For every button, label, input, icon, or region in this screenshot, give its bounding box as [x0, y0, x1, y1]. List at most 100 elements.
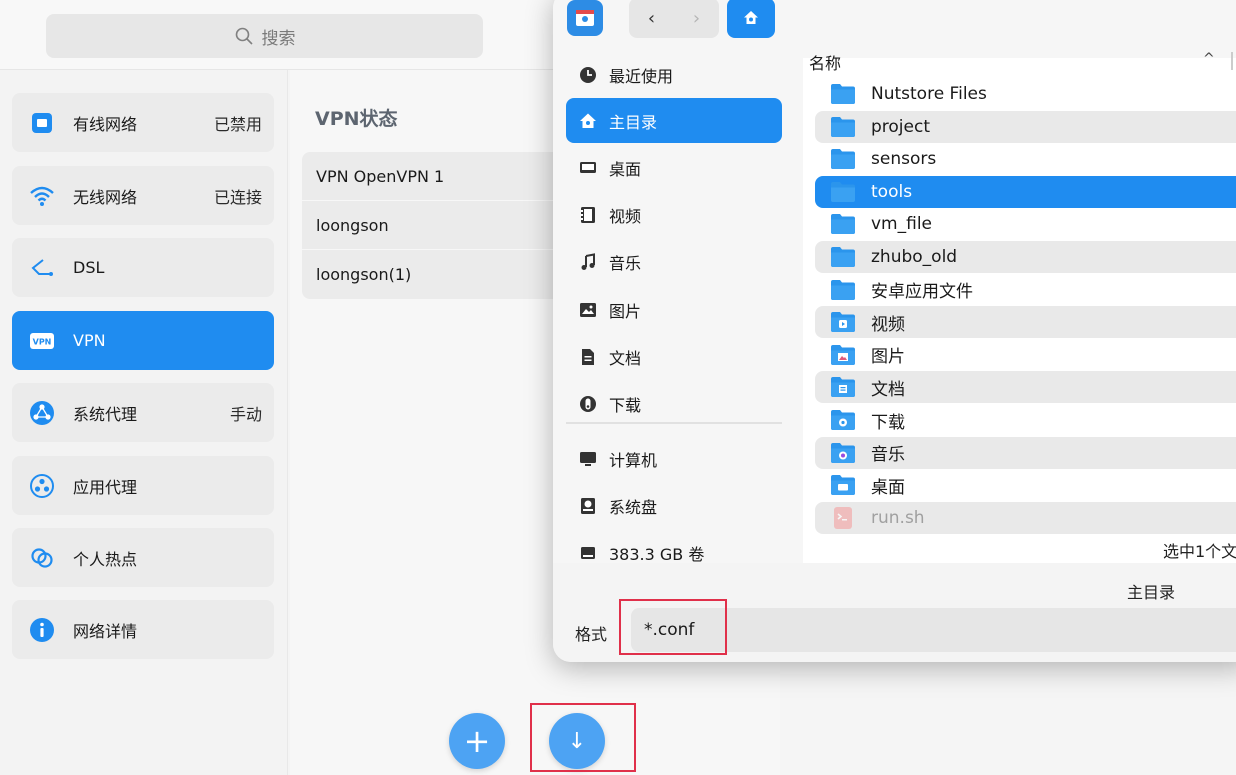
home-icon: [578, 111, 598, 131]
folder-icon: [830, 213, 871, 235]
sidebar-item-music[interactable]: 音乐: [566, 239, 782, 284]
folder-row[interactable]: 桌面: [815, 469, 1236, 501]
folder-row[interactable]: zhubo_old: [815, 241, 1236, 273]
sidebar-label: 最近使用: [609, 66, 674, 86]
column-divider: [1231, 52, 1233, 70]
nav-status: 手动: [229, 404, 262, 424]
nav-item-wireless[interactable]: 无线网络 已连接: [12, 166, 274, 225]
nav-item-vpn[interactable]: VPN VPN: [12, 311, 274, 370]
chevron-right-icon: ›: [692, 7, 701, 29]
sidebar-item-documents[interactable]: 文档: [566, 334, 782, 379]
app-proxy-icon: [28, 472, 56, 500]
file-name: vm_file: [871, 214, 933, 235]
folder-row[interactable]: vm_file: [815, 208, 1236, 240]
sidebar-item-computer[interactable]: 计算机: [566, 436, 782, 481]
vpn-connection-row[interactable]: loongson(1): [302, 250, 562, 299]
sidebar-item-downloads[interactable]: 下载: [566, 381, 782, 426]
sidebar-label: 桌面: [609, 159, 642, 179]
sidebar-divider: [566, 422, 782, 424]
file-name: 桌面: [871, 477, 905, 498]
add-vpn-button[interactable]: +: [449, 713, 505, 769]
nav-item-hotspot[interactable]: 个人热点: [12, 528, 274, 587]
column-header-label: 名称: [809, 54, 842, 73]
search-placeholder: 搜索: [261, 28, 296, 49]
nav-label: 个人热点: [73, 549, 138, 569]
column-header-name[interactable]: 名称 ^: [803, 46, 1236, 78]
nav-label: VPN: [73, 331, 106, 350]
video-folder-icon: [830, 311, 871, 333]
document-folder-icon: [830, 376, 871, 398]
folder-row[interactable]: 安卓应用文件: [815, 274, 1236, 306]
nav-item-wired[interactable]: 有线网络 已禁用: [12, 93, 274, 152]
folder-icon: [830, 246, 871, 268]
folder-row[interactable]: 音乐: [815, 436, 1236, 469]
desktop-icon: [578, 158, 598, 178]
computer-icon: [578, 449, 598, 469]
folder-row[interactable]: tools: [815, 175, 1236, 208]
desktop-folder-icon: [830, 474, 871, 496]
folder-icon: [830, 279, 871, 301]
vpn-status-title: VPN状态: [315, 108, 398, 130]
current-directory-label: 主目录: [1127, 583, 1176, 602]
sidebar-label: 主目录: [609, 112, 658, 132]
sidebar-label: 系统盘: [609, 497, 658, 517]
info-icon: [28, 616, 56, 644]
nav-item-network-details[interactable]: 网络详情: [12, 600, 274, 659]
sidebar-label: 图片: [609, 301, 642, 321]
file-name: 文档: [871, 379, 905, 400]
sidebar-label: 音乐: [609, 253, 642, 273]
file-name: zhubo_old: [871, 247, 958, 267]
sidebar-item-videos[interactable]: 视频: [566, 192, 782, 237]
sidebar-label: 文档: [609, 348, 642, 368]
folder-row[interactable]: 图片: [815, 339, 1236, 371]
proxy-icon: [28, 399, 56, 427]
vpn-connection-row[interactable]: VPN OpenVPN 1: [302, 152, 562, 201]
picture-folder-icon: [830, 344, 871, 366]
nav-label: 应用代理: [73, 477, 138, 497]
sidebar-label: 计算机: [609, 450, 658, 470]
document-icon: [578, 347, 598, 367]
sidebar-item-system-disk[interactable]: 系统盘: [566, 483, 782, 528]
format-label: 格式: [575, 625, 608, 644]
dsl-icon: [28, 254, 56, 282]
vpn-connection-row[interactable]: loongson: [302, 201, 562, 250]
forward-button[interactable]: ›: [674, 0, 719, 38]
folder-row[interactable]: sensors: [815, 143, 1236, 175]
sidebar-item-desktop[interactable]: 桌面: [566, 145, 782, 190]
folder-row[interactable]: 文档: [815, 371, 1236, 404]
sidebar-label: 视频: [609, 206, 642, 226]
folder-icon: [830, 148, 871, 170]
folder-row[interactable]: 下载: [815, 404, 1236, 436]
sidebar-item-recent[interactable]: 最近使用: [566, 52, 782, 97]
sort-ascending-icon[interactable]: ^: [1203, 51, 1215, 67]
hotspot-icon: [28, 544, 56, 572]
shell-script-icon: [830, 506, 871, 529]
file-list: 名称 ^ Nutstore Files project sensors tools vm…: [803, 51, 1236, 563]
nav-label: 有线网络: [73, 114, 138, 134]
sidebar-item-home[interactable]: 主目录: [566, 98, 782, 143]
nav-item-dsl[interactable]: DSL: [12, 238, 274, 297]
download-icon: [578, 394, 598, 414]
home-crumb-button[interactable]: [727, 0, 775, 38]
nav-item-system-proxy[interactable]: 系统代理 手动: [12, 383, 274, 442]
nav-status: 已连接: [213, 187, 262, 207]
nav-item-app-proxy[interactable]: 应用代理: [12, 456, 274, 515]
svg-text:VPN: VPN: [33, 337, 52, 346]
file-open-dialog: ‹ › 最近使用 主目录 桌面 视频 音乐 图片 文档 下载 计算机 系统盘 3…: [553, 0, 1236, 662]
folder-row[interactable]: Nutstore Files: [815, 78, 1236, 110]
file-name: Nutstore Files: [871, 84, 987, 104]
back-button[interactable]: ‹: [629, 0, 674, 38]
sidebar-item-pictures[interactable]: 图片: [566, 287, 782, 332]
selection-status: 选中1个文: [1163, 542, 1236, 561]
nav-label: 无线网络: [73, 187, 138, 207]
folder-row[interactable]: 视频: [815, 306, 1236, 339]
file-name: tools: [871, 181, 913, 202]
search-box[interactable]: 搜索: [46, 14, 483, 58]
file-name: sensors: [871, 149, 937, 170]
folder-row[interactable]: project: [815, 110, 1236, 143]
file-name: 音乐: [871, 445, 905, 466]
nav-status: 已禁用: [213, 114, 262, 134]
folder-icon: [830, 83, 871, 105]
chevron-left-icon: ‹: [647, 7, 656, 29]
wifi-icon: [28, 182, 56, 210]
